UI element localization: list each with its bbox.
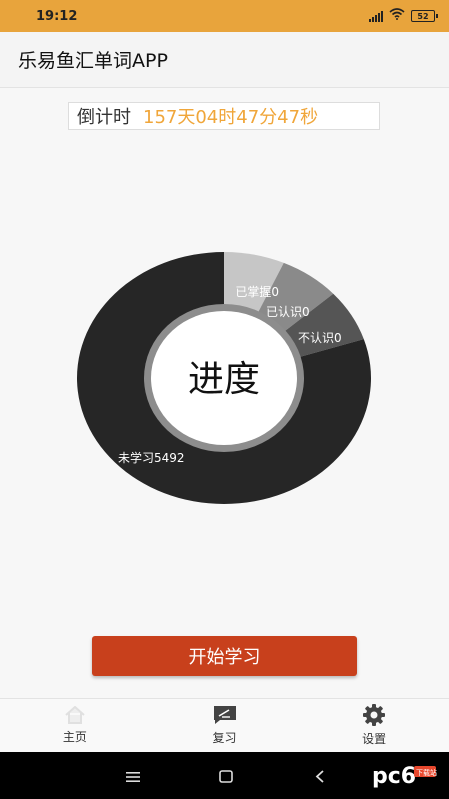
signal-icon <box>369 10 383 22</box>
nav-item-home[interactable]: 主页 <box>0 699 150 752</box>
battery-icon: 52 <box>411 10 438 22</box>
gear-icon <box>363 704 386 726</box>
nav-item-review[interactable]: 复习 <box>150 699 300 752</box>
menu-icon[interactable] <box>126 768 140 787</box>
slice-label-3: 不认识0 <box>298 331 342 345</box>
status-time: 19:12 <box>36 8 78 24</box>
watermark-subtext: 下载站 <box>416 768 437 777</box>
app-title: 乐易鱼汇单词APP <box>18 50 168 72</box>
nav-label-settings: 设置 <box>362 732 387 746</box>
status-icons: 52 <box>369 8 438 24</box>
nav-item-settings[interactable]: 设置 <box>299 699 449 752</box>
nav-label-home: 主页 <box>62 730 87 744</box>
slice-label-1: 已掌握0 <box>235 284 279 299</box>
start-study-button[interactable]: 开始学习 <box>92 636 357 676</box>
home-square-icon[interactable] <box>219 768 233 787</box>
pc6-watermark-logo: pc6 下载站 <box>370 757 438 793</box>
status-bar: 19:12 52 <box>0 0 449 32</box>
back-icon[interactable] <box>315 768 325 787</box>
slice-label-2: 已认识0 <box>266 305 310 319</box>
nav-label-review: 复习 <box>212 731 237 745</box>
home-icon <box>64 706 86 724</box>
bottom-nav: 主页 复习 设置 <box>0 698 449 752</box>
countdown-box: 倒计时 157天04时47分47秒 <box>68 102 380 130</box>
wifi-icon <box>389 8 405 24</box>
battery-level: 52 <box>417 11 429 21</box>
slice-label-4: 未学习5492 <box>118 450 185 465</box>
chart-center-label: 进度 <box>188 359 260 400</box>
app-bar: 乐易鱼汇单词APP <box>0 32 449 88</box>
review-icon <box>213 705 237 725</box>
countdown-label: 倒计时 <box>77 107 131 128</box>
app-screen: 19:12 52 乐易鱼汇单词APP 倒计时 157天04时47分47秒 进度 … <box>0 0 449 799</box>
watermark-text: pc6 <box>372 764 416 789</box>
countdown-value: 157天04时47分47秒 <box>143 107 319 128</box>
progress-chart: 进度 已掌握0 已认识0 不认识0 未学习5492 <box>0 240 449 520</box>
progress-donut: 进度 已掌握0 已认识0 不认识0 未学习5492 <box>76 252 371 504</box>
